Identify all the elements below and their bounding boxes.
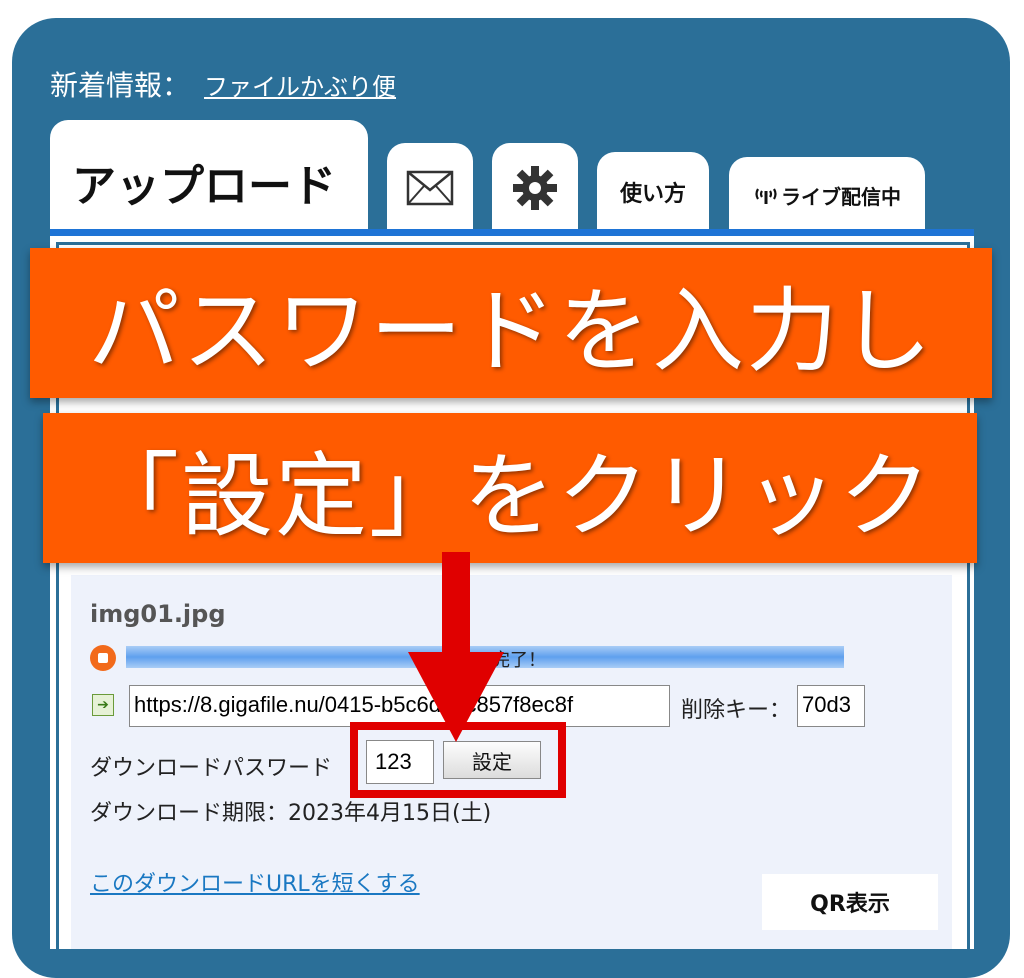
shorten-url-link[interactable]: このダウンロードURLを短くする	[90, 866, 420, 898]
mail-icon	[406, 170, 454, 206]
delete-key-label: 削除キー：	[681, 698, 792, 723]
news-bar: 新着情報： ファイルかぶり便	[50, 64, 396, 104]
stop-icon[interactable]	[90, 645, 116, 671]
tab-live[interactable]: ライブ配信中	[729, 157, 925, 233]
tab-howto[interactable]: 使い方	[597, 152, 709, 232]
arrow-down-icon	[408, 552, 504, 742]
download-deadline: ダウンロード期限：2023年4月15日(土)	[90, 801, 492, 826]
tab-underline	[50, 229, 974, 236]
tab-mail[interactable]	[387, 143, 473, 233]
tab-upload[interactable]: アップロード	[50, 120, 368, 238]
qr-display-button[interactable]: QR表示	[762, 874, 938, 930]
upload-filename: img01.jpg	[90, 600, 226, 628]
news-label: 新着情報：	[50, 69, 191, 102]
download-password-label: ダウンロードパスワード	[90, 756, 333, 781]
tab-settings[interactable]	[492, 143, 578, 233]
antenna-icon	[755, 188, 777, 204]
instruction-banner-2: 「設定」をクリック	[43, 413, 977, 563]
download-url-field[interactable]: https://8.gigafile.nu/0415-b5c6d48c857f8…	[129, 685, 670, 727]
tab-live-label: ライブ配信中	[781, 184, 901, 209]
instruction-banner-1: パスワードを入力し	[30, 248, 992, 398]
gear-icon	[513, 166, 557, 210]
arrow-right-icon: ➔	[92, 694, 114, 716]
delete-key-field[interactable]: 70d3	[797, 685, 865, 727]
news-link[interactable]: ファイルかぶり便	[204, 67, 396, 102]
